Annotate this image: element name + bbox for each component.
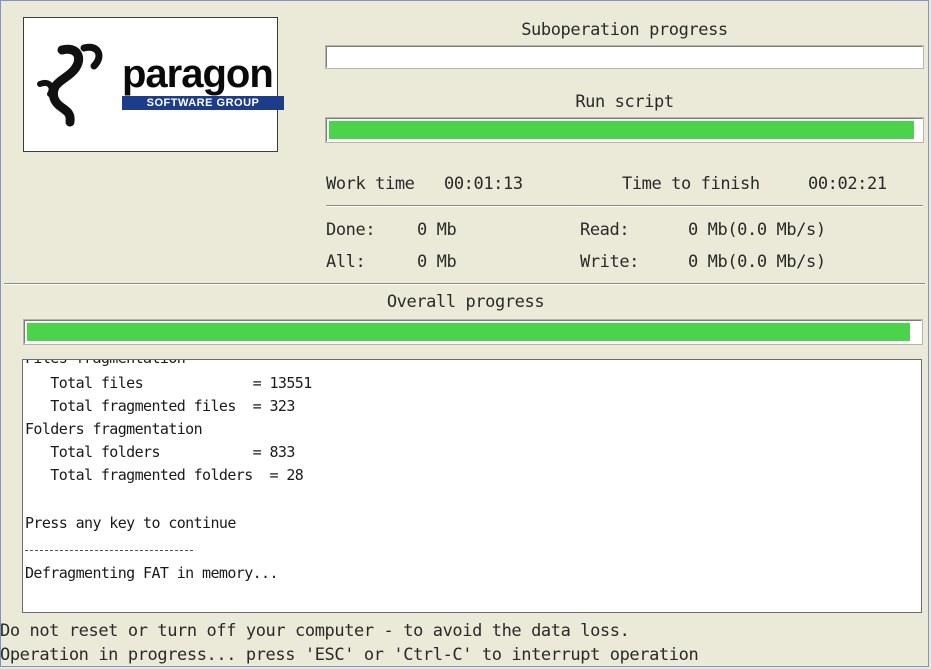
all-label: All: [326,252,366,272]
log-line: Total fragmented files = 323 [25,397,295,415]
log-line: Total files = 13551 [25,374,312,392]
footer-hint: Operation in progress... press 'ESC' or … [0,645,699,665]
time-to-finish-value: 00:02:21 [808,174,887,194]
log-line: Total folders = 833 [25,443,295,461]
log-partial-header: Files fragmentation [25,360,186,367]
done-label: Done: [326,220,376,240]
paragon-logo: paragon SOFTWARE GROUP [23,17,284,152]
section-divider [4,283,925,285]
operation-progress-bar [325,117,924,143]
suboperation-title: Suboperation progress [521,20,728,40]
overall-progress-fill [27,323,910,341]
logo-subtitle: SOFTWARE GROUP [122,96,284,110]
work-time-label: Work time [326,174,415,194]
all-value: 0 Mb [417,252,457,272]
footer-warning: Do not reset or turn off your computer -… [0,621,630,641]
paragon-swirl-icon [37,43,103,127]
suboperation-progress-bar [325,45,924,69]
stats-divider [326,205,923,207]
log-separator [25,550,193,551]
log-output[interactable]: Files fragmentation Total files = 13551 … [22,359,922,613]
write-label: Write: [580,252,640,272]
operation-title: Run script [575,92,674,112]
read-value: 0 Mb(0.0 Mb/s) [688,220,826,240]
overall-progress-bar [23,319,923,345]
read-label: Read: [580,220,630,240]
write-value: 0 Mb(0.0 Mb/s) [688,252,826,272]
overall-title: Overall progress [386,292,545,312]
logo-brand-text: paragon [122,52,274,96]
work-time-value: 00:01:13 [444,174,523,194]
operation-progress-fill [329,121,914,139]
done-value: 0 Mb [417,220,457,240]
log-line: Defragmenting FAT in memory... [25,564,279,582]
log-line: Folders fragmentation [25,420,203,438]
log-line: Total fragmented folders = 28 [25,466,304,484]
time-to-finish-label: Time to finish [622,174,760,194]
log-line: Press any key to continue [25,514,236,532]
